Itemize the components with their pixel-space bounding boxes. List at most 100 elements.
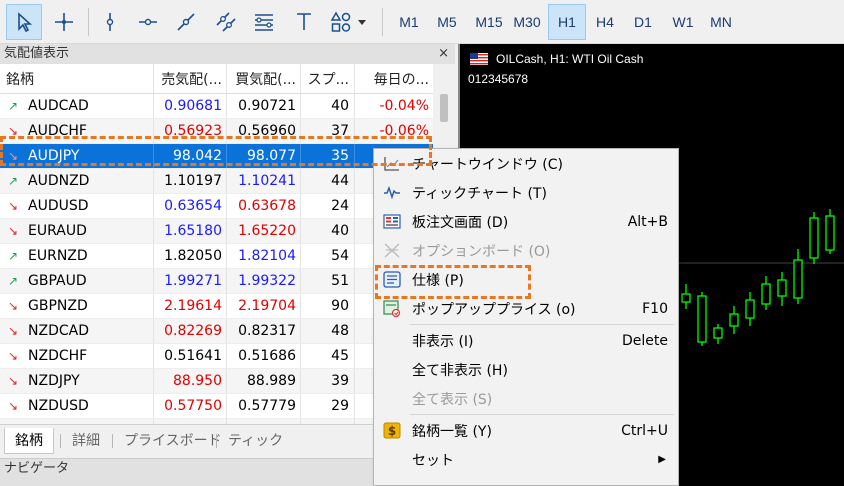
popup-prices-icon [383,300,401,318]
menu-item-label: 全て表示 (S) [412,391,493,408]
menu-item-label: セット [412,452,454,469]
menu-item-7[interactable]: 非表示 (I) Delete [374,326,678,355]
horizontal-line-icon[interactable] [130,4,166,40]
symbol-cell: ↗ AUDCAD [0,94,153,118]
timeframe-w1[interactable]: W1 [664,4,702,40]
arrow-up-icon: ↗ [7,274,19,288]
table-row[interactable]: ↘ NZDJPY 88.950 88.989 39 [0,369,433,394]
arrow-down-icon: ↘ [7,324,19,338]
menu-item-8[interactable]: 全て非表示 (H) [374,355,678,384]
symbol-cell: ↗ GBPAUD [0,269,153,293]
ask-cell: 0.90721 [226,94,300,118]
trendline-icon[interactable] [168,4,204,40]
header-spread[interactable]: スプ... [300,64,354,93]
ask-cell: 1.10241 [226,169,300,193]
ask-cell: 88.989 [226,369,300,393]
table-row[interactable]: ↘ NZDCHF 0.51641 0.51686 45 [0,344,433,369]
header-symbol[interactable]: 銘柄 [0,64,153,93]
text-icon[interactable] [286,4,322,40]
timeframe-m15[interactable]: M15 [470,4,508,40]
arrow-up-icon: ↗ [7,249,19,263]
header-daily-change[interactable]: 毎日の... [354,64,433,93]
spread-cell: 44 [300,169,354,193]
fibonacci-icon[interactable] [246,4,282,40]
menu-item-0[interactable]: チャートウインドウ (C) [374,149,678,178]
ask-cell: 0.56960 [226,119,300,143]
tab-0[interactable]: 銘柄 [4,428,54,454]
context-menu: チャートウインドウ (C) ティックチャート (T) 板注文画面 (D) Alt+B オ… [373,148,679,486]
timeframe-mn[interactable]: MN [702,4,740,40]
bid-cell: 1.82050 [153,244,226,268]
spread-cell: 45 [300,344,354,368]
table-row[interactable]: ↗ EURNZD 1.82050 1.82104 54 [0,244,433,269]
tab-separator [216,434,217,448]
spread-cell: 40 [300,94,354,118]
symbol-name: NZDCHF [28,348,88,364]
table-row[interactable]: ↗ GBPAUD 1.99271 1.99322 51 [0,269,433,294]
tab-2[interactable]: プライスボード [114,428,232,454]
symbol-cell: ↗ EURNZD [0,244,153,268]
symbol-name: AUDCAD [28,98,89,114]
crosshair-icon[interactable] [46,4,82,40]
spread-cell: 24 [300,194,354,218]
timeframe-m30[interactable]: M30 [508,4,546,40]
timeframe-m1[interactable]: M1 [390,4,428,40]
shapes-icon[interactable] [326,4,374,40]
menu-item-label: ティックチャート (T) [412,185,547,202]
spread-cell: 48 [300,319,354,343]
table-row[interactable]: ↗ AUDCAD 0.90681 0.90721 40 -0.04% [0,94,433,119]
arrow-down-icon: ↘ [7,299,19,313]
tab-separator [112,434,113,448]
menu-item-12[interactable]: セット ▶ [374,445,678,474]
symbol-list: ↗ AUDCAD 0.90681 0.90721 40 -0.04% ↘ AUDCHF 0.56… [0,94,433,468]
menu-item-11[interactable]: $ 銘柄一覧 (Y) Ctrl+U [374,416,678,445]
timeframe-h1[interactable]: H1 [548,4,586,40]
table-row[interactable]: ↘AUDJPY98.04298.07735-0.13% [0,144,433,169]
menu-item-1[interactable]: ティックチャート (T) [374,178,678,207]
symbol-name: AUDUSD [28,198,89,214]
bid-cell: 1.65180 [153,219,226,243]
symbol-name: AUDNZD [28,173,90,189]
channel-icon[interactable] [208,4,244,40]
tab-separator [60,434,61,448]
symbol-cell: ↘ NZDJPY [0,369,153,393]
symbol-name: GBPNZD [28,298,88,314]
menu-item-label: 非表示 (I) [412,333,474,350]
menu-item-shortcut: Alt+B [627,213,668,230]
vertical-line-icon[interactable] [92,4,128,40]
menu-item-5[interactable]: ポップアッププライス (o) F10 [374,294,678,323]
close-icon[interactable]: × [438,44,449,64]
menu-item-4[interactable]: 仕様 (P) [374,265,678,294]
ask-cell: 98.077 [226,144,300,168]
table-row[interactable]: ↗ AUDNZD 1.10197 1.10241 44 [0,169,433,194]
table-row[interactable]: ↘ NZDCAD 0.82269 0.82317 48 [0,319,433,344]
menu-item-label: 銘柄一覧 (Y) [412,423,492,440]
symbol-name: NZDUSD [28,398,89,414]
symbol-name: NZDCAD [28,323,89,339]
symbol-name: AUDCHF [28,123,87,139]
cursor-icon[interactable] [6,4,42,40]
table-row[interactable]: ↘ GBPNZD 2.19614 2.19704 90 [0,294,433,319]
depth-of-market-icon [383,213,401,230]
table-row[interactable]: ↘ EURAUD 1.65180 1.65220 40 [0,219,433,244]
scrollbar-thumb[interactable] [440,94,448,122]
table-row[interactable]: ↘ AUDCHF 0.56923 0.56960 37 -0.06% [0,119,433,144]
header-bid[interactable]: 売気配(... [153,64,226,93]
chevron-right-icon: ▶ [658,454,666,465]
bid-cell: 2.19614 [153,294,226,318]
arrow-down-icon: ↘ [7,124,19,138]
menu-item-2[interactable]: 板注文画面 (D) Alt+B [374,207,678,236]
table-row[interactable]: ↘ AUDUSD 0.63654 0.63678 24 [0,194,433,219]
timeframe-m5[interactable]: M5 [428,4,466,40]
table-row[interactable]: ↘ NZDUSD 0.57750 0.57779 29 [0,394,433,419]
symbol-cell: ↘ NZDCHF [0,344,153,368]
bid-cell: 0.51641 [153,344,226,368]
tab-1[interactable]: 詳細 [62,428,110,454]
bid-cell: 88.950 [153,369,226,393]
symbol-cell: ↘ NZDUSD [0,394,153,418]
timeframe-h4[interactable]: H4 [586,4,624,40]
timeframe-d1[interactable]: D1 [624,4,662,40]
menu-item-label: ポップアッププライス (o) [412,301,576,318]
tab-3[interactable]: ティック [218,428,293,454]
header-ask[interactable]: 買気配(... [226,64,300,93]
